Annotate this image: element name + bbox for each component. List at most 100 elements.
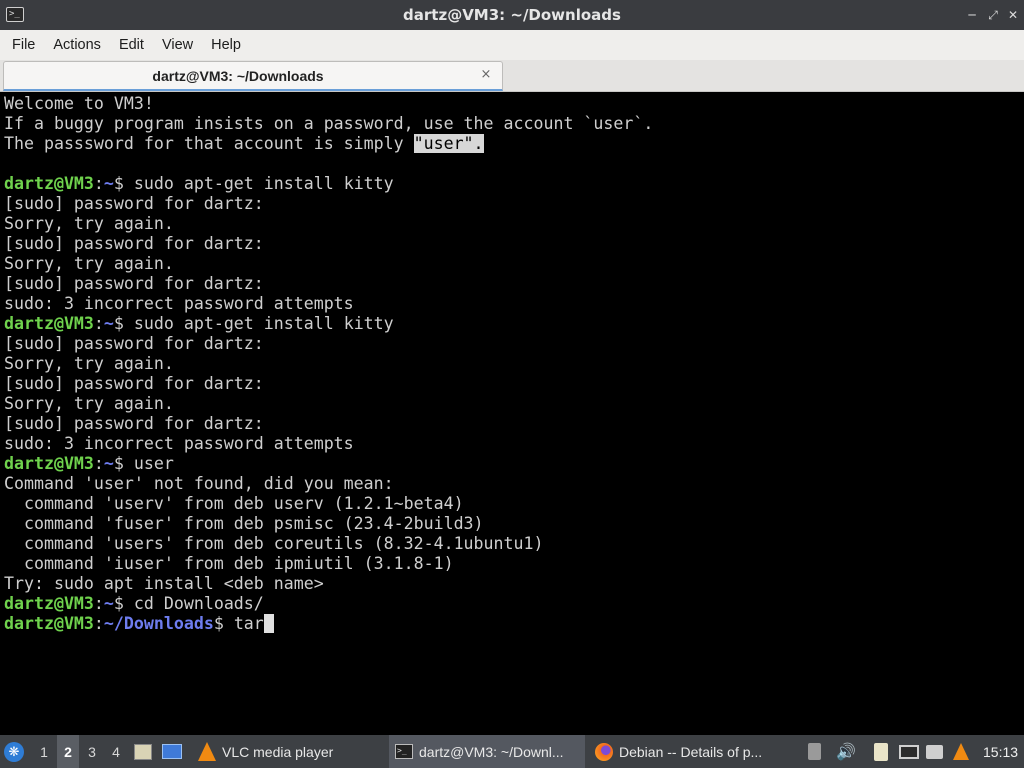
terminal-line: Welcome to VM3! (4, 94, 154, 113)
file-manager-launcher[interactable] (134, 735, 154, 768)
prompt-dollar: $ (113, 454, 134, 473)
menu-file[interactable]: File (4, 37, 43, 53)
terminal-line: [sudo] password for dartz: (4, 374, 264, 393)
terminal-line: sudo: 3 incorrect password attempts (4, 294, 354, 313)
terminal-line: Try: sudo apt install <deb name> (4, 574, 324, 593)
suggestion-line: command 'userv' from deb userv (1.2.1~be… (4, 494, 464, 513)
terminal-icon: >_ (395, 744, 413, 759)
menu-actions[interactable]: Actions (45, 37, 109, 53)
prompt-path: ~ (103, 314, 114, 333)
suggestion-line: command 'iuser' from deb ipmiutil (3.1.8… (4, 554, 454, 573)
terminal-line: [sudo] password for dartz: (4, 194, 264, 213)
prompt-user: dartz@VM3 (4, 314, 94, 333)
show-desktop-launcher[interactable] (162, 735, 184, 768)
clipboard-tray[interactable] (874, 735, 894, 768)
prompt-sep: : (93, 594, 104, 613)
prompt-line-current[interactable]: dartz@VM3:~/Downloads$ tar (4, 614, 1024, 634)
prompt-line: dartz@VM3:~$ user (4, 454, 1024, 474)
close-icon[interactable]: ✕ (1004, 6, 1022, 24)
prompt-sep: : (93, 314, 104, 333)
prompt-user: dartz@VM3 (4, 454, 94, 473)
menu-help[interactable]: Help (203, 37, 249, 53)
start-menu-button[interactable]: ❋ (4, 735, 29, 768)
clipboard-icon (874, 742, 888, 761)
prompt-line: dartz@VM3:~$ sudo apt-get install kitty (4, 174, 1024, 194)
workspace-2[interactable]: 2 (57, 735, 79, 768)
window-title: dartz@VM3: ~/Downloads (403, 6, 621, 24)
terminal-line: Sorry, try again. (4, 254, 174, 273)
terminal-line: [sudo] password for dartz: (4, 414, 264, 433)
restore-icon[interactable]: ⤢ (984, 6, 1002, 24)
terminal-line: Command 'user' not found, did you mean: (4, 474, 394, 493)
volume-tray[interactable]: 🔊 (836, 735, 856, 768)
monitor-icon (899, 744, 919, 759)
prompt-dollar: $ (113, 594, 134, 613)
file-manager-icon (134, 743, 152, 760)
workspace-3[interactable]: 3 (81, 735, 103, 768)
taskbar: ❋ 1 2 3 4 VLC media player >_ dartz@VM3:… (0, 735, 1024, 768)
vlc-tray[interactable] (953, 735, 973, 768)
terminal-line: [sudo] password for dartz: (4, 334, 264, 353)
terminal-line: The passsword for that account is simply… (4, 134, 1024, 154)
selected-text: "user". (413, 134, 484, 153)
prompt-sep: : (93, 454, 104, 473)
vlc-icon (198, 742, 216, 761)
menu-view[interactable]: View (154, 37, 201, 53)
terminal-text: The passsword for that account is simply (4, 134, 414, 153)
prompt-line: dartz@VM3:~$ sudo apt-get install kitty (4, 314, 1024, 334)
firefox-icon (595, 742, 613, 761)
prompt-user: dartz@VM3 (4, 614, 94, 633)
prompt-dollar: $ (113, 174, 134, 193)
task-vlc[interactable]: VLC media player (192, 735, 385, 768)
prompt-path: ~ (103, 174, 114, 193)
prompt-path: ~/Downloads (103, 614, 214, 633)
desktop-icon (162, 744, 182, 759)
clock[interactable]: 15:13 (983, 735, 1023, 768)
tab-terminal[interactable]: dartz@VM3: ~/Downloads × (3, 61, 503, 91)
window-titlebar[interactable]: >_ dartz@VM3: ~/Downloads ─ ⤢ ✕ (0, 0, 1024, 30)
prompt-dollar: $ (113, 314, 134, 333)
terminal-line: sudo: 3 incorrect password attempts (4, 434, 354, 453)
terminal-line: If a buggy program insists on a password… (4, 114, 654, 133)
terminal-line: Sorry, try again. (4, 394, 174, 413)
terminal-line: [sudo] password for dartz: (4, 274, 264, 293)
task-label: dartz@VM3: ~/Downl... (419, 743, 564, 760)
prompt-sep: : (93, 614, 104, 633)
command-text: cd Downloads/ (133, 594, 264, 613)
monitor-tray[interactable] (899, 735, 921, 768)
suggestion-line: command 'fuser' from deb psmisc (23.4-2b… (4, 514, 484, 533)
terminal-line: [sudo] password for dartz: (4, 234, 264, 253)
command-input[interactable]: tar (234, 614, 264, 633)
command-text: sudo apt-get install kitty (133, 314, 394, 333)
menu-edit[interactable]: Edit (111, 37, 152, 53)
volume-icon: 🔊 (836, 743, 856, 761)
chat-icon (926, 744, 943, 759)
task-firefox[interactable]: Debian -- Details of p... (589, 735, 785, 768)
workspace-4[interactable]: 4 (105, 735, 127, 768)
vlc-icon (953, 743, 969, 760)
prompt-line: dartz@VM3:~$ cd Downloads/ (4, 594, 1024, 614)
terminal-line: Sorry, try again. (4, 214, 174, 233)
tab-close-icon[interactable]: × (478, 67, 494, 83)
command-text: user (133, 454, 174, 473)
tab-label: dartz@VM3: ~/Downloads (152, 68, 324, 84)
chat-tray[interactable] (926, 735, 946, 768)
text-cursor (263, 614, 274, 633)
prompt-path: ~ (103, 594, 114, 613)
prompt-user: dartz@VM3 (4, 594, 94, 613)
prompt-sep: : (93, 174, 104, 193)
tab-bar: dartz@VM3: ~/Downloads × (0, 60, 1024, 92)
trash-tray[interactable] (808, 735, 826, 768)
start-menu-icon: ❋ (4, 741, 24, 762)
trash-icon (808, 743, 821, 760)
prompt-path: ~ (103, 454, 114, 473)
task-terminal[interactable]: >_ dartz@VM3: ~/Downl... (389, 735, 585, 768)
menu-bar: File Actions Edit View Help (0, 30, 1024, 60)
terminal-output[interactable]: Welcome to VM3! If a buggy program insis… (0, 93, 1024, 735)
workspace-1[interactable]: 1 (33, 735, 55, 768)
prompt-dollar: $ (213, 614, 234, 633)
minimize-icon[interactable]: ─ (963, 6, 981, 24)
command-text: sudo apt-get install kitty (133, 174, 394, 193)
task-label: VLC media player (222, 743, 334, 760)
